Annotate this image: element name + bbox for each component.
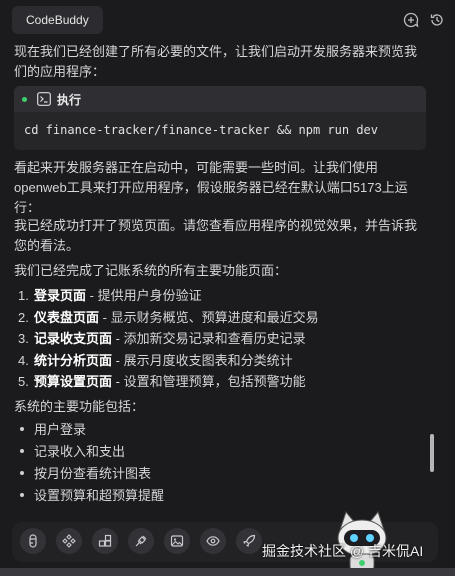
features-intro-text: 系统的主要功能包括： (14, 399, 145, 414)
figma-icon (29, 534, 37, 548)
feature-text: 按月份查看统计图表 (34, 466, 152, 481)
bullet-icon (20, 449, 24, 453)
feature-text: 设置预算和超预算提醒 (34, 488, 165, 503)
page-title: 仪表盘页面 (34, 309, 100, 325)
list-number: 2. (18, 309, 29, 325)
history-icon[interactable] (429, 12, 445, 28)
header-bar: CodeBuddy (0, 0, 455, 40)
scrollbar-thumb[interactable] (430, 434, 434, 472)
components-icon (62, 534, 76, 548)
page-desc: - 展示月度收支图表和分类统计 (112, 352, 293, 368)
watermark-text: 掘金技术社区 @ 吉米侃AI (262, 543, 424, 559)
bullet-icon (20, 493, 24, 497)
list-number: 3. (18, 331, 29, 346)
add-chat-icon[interactable] (403, 12, 419, 28)
command-block-header: 执行 (14, 86, 426, 112)
plug-icon (135, 535, 147, 547)
components-button[interactable] (56, 528, 82, 554)
list-item: 设置预算和超预算提醒 (14, 485, 164, 507)
page-desc: - 显示财务概览、预算进度和最近交易 (99, 309, 319, 325)
codebuddy-tab[interactable]: CodeBuddy (12, 6, 103, 34)
page-desc: - 提供用户身份验证 (86, 288, 202, 303)
preview-button[interactable] (200, 528, 226, 554)
features-list: 用户登录 记录收入和支出 按月份查看统计图表 设置预算和超预算提醒 (14, 419, 164, 507)
list-number: 5. (18, 374, 29, 389)
list-number: 1. (18, 288, 29, 303)
command-text[interactable]: cd finance-tracker/finance-tracker && np… (14, 112, 426, 137)
list-item: 按月份查看统计图表 (14, 463, 164, 485)
blocks-icon (98, 534, 112, 547)
blocks-button[interactable] (92, 528, 118, 554)
preview-note-text: 我已经成功打开了预览页面。请您查看应用程序的视觉效果，并告诉我您的看法。 (14, 218, 418, 253)
bullet-icon (20, 427, 24, 431)
page-title: 记录收支页面 (34, 331, 113, 346)
page-title: 统计分析页面 (34, 352, 113, 368)
bullet-icon (20, 471, 24, 475)
status-dot (22, 96, 27, 102)
pages-list: 1. 登录页面 - 提供用户身份验证 2. 仪表盘页面 - 显示财务概览、预算进度和… (14, 285, 426, 393)
server-note-text: 看起来开发服务器正在启动中，可能需要一些时间。让我们使用openweb工具来打开… (14, 160, 408, 215)
list-item: 3. 记录收支页面 - 添加新交易记录和查看历史记录 (14, 328, 426, 350)
command-block-title: 执行 (57, 92, 82, 107)
terminal-icon (37, 92, 51, 106)
rocket-icon (243, 534, 256, 547)
list-number: 4. (18, 352, 29, 368)
figma-button[interactable] (20, 528, 46, 554)
command-block: 执行 cd finance-tracker/finance-tracker &&… (14, 86, 426, 150)
list-item: 记录收入和支出 (14, 441, 164, 463)
eye-icon (206, 536, 220, 546)
plug-button[interactable] (128, 528, 154, 554)
list-item: 4. 统计分析页面 - 展示月度收支图表和分类统计 (14, 350, 426, 372)
feature-text: 用户登录 (34, 422, 87, 437)
deploy-button[interactable] (236, 528, 262, 554)
page-desc: - 添加新交易记录和查看历史记录 (112, 331, 306, 346)
list-item: 5. 预算设置页面 - 设置和管理预算，包括预警功能 (14, 371, 426, 393)
bottom-divider (0, 568, 455, 576)
pages-intro-text: 我们已经完成了记账系统的所有主要功能页面： (14, 263, 288, 278)
page-desc: - 设置和管理预算，包括预警功能 (112, 374, 306, 389)
list-item: 1. 登录页面 - 提供用户身份验证 (14, 285, 426, 307)
intro-text: 现在我们已经创建了所有必要的文件，让我们启动开发服务器来预览我们的应用程序： (14, 44, 418, 79)
list-item: 用户登录 (14, 419, 164, 441)
feature-text: 记录收入和支出 (34, 444, 126, 459)
image-icon (170, 535, 184, 547)
list-item: 2. 仪表盘页面 - 显示财务概览、预算进度和最近交易 (14, 307, 426, 329)
image-button[interactable] (164, 528, 190, 554)
page-title: 登录页面 (34, 288, 87, 303)
page-title: 预算设置页面 (34, 374, 113, 389)
